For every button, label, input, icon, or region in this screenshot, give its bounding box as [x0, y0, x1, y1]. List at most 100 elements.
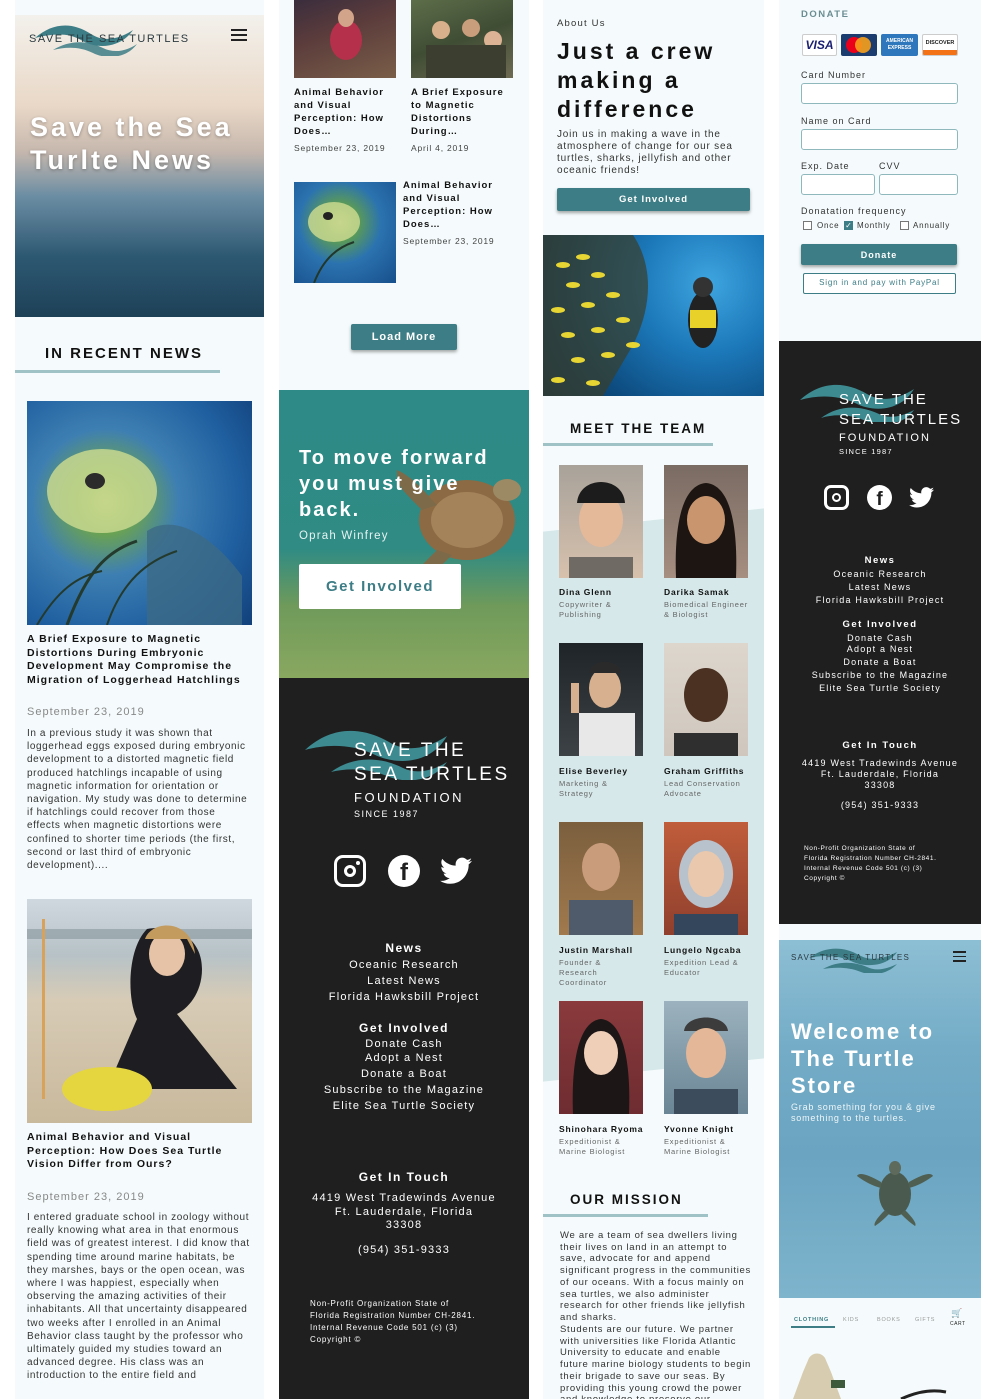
visa-card-icon[interactable]: VISA	[802, 34, 837, 56]
team-photo[interactable]	[559, 643, 643, 756]
discover-card-icon[interactable]: DISCOVER	[922, 34, 958, 56]
load-more-button[interactable]: Load More	[351, 324, 457, 350]
site-logo[interactable]: SAVE THE SEA TURTLES	[29, 33, 190, 45]
legal-text: Florida Registration Number CH-2841.	[310, 1311, 476, 1320]
footer-address: Ft. Lauderdale, Florida	[820, 769, 940, 779]
card-title[interactable]: Animal Behavior and Visual Perception: H…	[294, 86, 396, 138]
footer-link[interactable]: Donate a Boat	[279, 1068, 529, 1080]
turtle-illustration-icon	[36, 449, 242, 625]
tab-gifts[interactable]: GIFTS	[915, 1317, 935, 1323]
exp-date-input[interactable]	[801, 174, 875, 195]
amex-card-icon[interactable]: AMERICAN EXPRESS	[881, 34, 918, 56]
tab-clothing[interactable]: CLOTHING	[794, 1317, 829, 1323]
once-checkbox[interactable]	[803, 221, 812, 230]
footer-link[interactable]: Donate Cash	[779, 633, 981, 643]
card-number-input[interactable]	[801, 83, 958, 104]
team-photo[interactable]	[664, 465, 748, 578]
mastercard-icon[interactable]	[841, 34, 877, 56]
researcher-photo[interactable]	[27, 899, 252, 1123]
paypal-button[interactable]: Sign in and pay with PayPal	[803, 273, 956, 294]
footer-link[interactable]: Elite Sea Turtle Society	[279, 1100, 529, 1112]
team-member-role: Founder & Research Coordinator	[559, 958, 607, 987]
instagram-icon[interactable]	[334, 855, 366, 887]
hamburger-menu-icon[interactable]	[231, 29, 247, 41]
annually-checkbox[interactable]	[900, 221, 909, 230]
team-member-name: Darika Samak	[664, 587, 730, 597]
team-member-role: Biomedical Engineer & Biologist	[664, 600, 748, 619]
get-involved-button[interactable]: Get Involved	[299, 564, 461, 609]
card-title[interactable]: A Brief Exposure to Magnetic Distortions…	[411, 86, 513, 138]
facebook-icon[interactable]: f	[867, 485, 892, 510]
legal-text: Internal Revenue Code 501 (c) (3)	[310, 1323, 458, 1332]
footer-link[interactable]: Donate Cash	[279, 1038, 529, 1050]
team-member-name: Elise Beverley	[559, 766, 628, 776]
footer-link[interactable]: Subscribe to the Magazine	[279, 1084, 529, 1096]
team-member-name: Yvonne Knight	[664, 1124, 734, 1134]
article-title[interactable]: A Brief Exposure to Magnetic Distortions…	[27, 633, 249, 687]
facebook-icon[interactable]: f	[388, 855, 420, 887]
about-column: About Us Just a crew making a difference…	[543, 0, 764, 1399]
team-photo[interactable]	[664, 643, 748, 756]
team-member-role: Expeditionist & Marine Biologist	[664, 1137, 731, 1156]
footer-link[interactable]: Subscribe to the Magazine	[779, 670, 981, 680]
section-underline	[15, 370, 220, 373]
team-photo[interactable]	[559, 822, 643, 935]
footer-logo-line: SINCE 1987	[354, 809, 420, 819]
card-photo[interactable]	[294, 182, 396, 283]
product-preview-icon[interactable]	[791, 1352, 981, 1399]
cvv-input[interactable]	[879, 174, 958, 195]
team-photo[interactable]	[664, 1001, 748, 1114]
hamburger-menu-icon[interactable]	[953, 951, 966, 962]
article-title[interactable]: Animal Behavior and Visual Perception: H…	[27, 1131, 249, 1172]
team-member-name: Dina Glenn	[559, 587, 612, 597]
card-number-label: Card Number	[801, 70, 867, 80]
team-photo[interactable]	[559, 1001, 643, 1114]
footer-link[interactable]: Oceanic Research	[779, 569, 981, 579]
monthly-label: Monthly	[857, 221, 891, 230]
get-involved-button[interactable]: Get Involved	[557, 188, 750, 211]
twitter-icon[interactable]	[440, 857, 472, 885]
card-photo[interactable]	[294, 0, 396, 78]
footer-link[interactable]: Latest News	[279, 975, 529, 987]
team-photo[interactable]	[559, 465, 643, 578]
team-photo[interactable]	[664, 822, 748, 935]
twitter-icon[interactable]	[909, 487, 934, 508]
article-excerpt: In a previous study it was shown that lo…	[27, 728, 248, 872]
tab-kids[interactable]: KIDS	[843, 1317, 859, 1323]
team-member-role: Lead Conservation Advocate	[664, 779, 741, 798]
cart-label[interactable]: CART	[950, 1321, 966, 1327]
footer-logo-line: FOUNDATION	[354, 790, 464, 805]
footer-phone[interactable]: (954) 351-9333	[779, 800, 981, 810]
footer-link[interactable]: Donate a Boat	[779, 657, 981, 667]
team-title: MEET THE TEAM	[570, 421, 707, 436]
cvv-label: CVV	[879, 161, 901, 171]
tab-books[interactable]: BOOKS	[877, 1317, 901, 1323]
donate-button[interactable]: Donate	[801, 244, 957, 265]
footer-news-heading: News	[385, 941, 423, 955]
footer-link[interactable]: Florida Hawksbill Project	[279, 991, 529, 1003]
annually-label: Annually	[913, 221, 951, 230]
team-member-name: Lungelo Ngcaba	[664, 945, 742, 955]
about-title: Just a crew making a difference	[557, 38, 716, 122]
cart-icon[interactable]: 🛒	[951, 1308, 962, 1319]
footer-link[interactable]: Florida Hawksbill Project	[779, 595, 981, 605]
instagram-icon[interactable]	[824, 485, 849, 510]
footer-link[interactable]: Latest News	[779, 582, 981, 592]
card-date: September 23, 2019	[294, 143, 386, 153]
footer-link[interactable]: Adopt a Nest	[279, 1052, 529, 1064]
about-label: About Us	[557, 18, 606, 29]
footer: SAVE THE SEA TURTLES FOUNDATION SINCE 19…	[279, 678, 529, 1399]
footer-link[interactable]: Oceanic Research	[279, 959, 529, 971]
footer-link[interactable]: Adopt a Nest	[779, 644, 981, 654]
diver-photo[interactable]	[543, 235, 764, 396]
hero-title: Save the Sea Turlte News	[30, 112, 233, 175]
monthly-checkbox[interactable]: ✓	[844, 221, 853, 230]
turtle-photo[interactable]	[27, 401, 252, 625]
footer-link[interactable]: Elite Sea Turtle Society	[779, 683, 981, 693]
card-photo[interactable]	[411, 0, 513, 78]
once-label: Once	[817, 221, 840, 230]
footer-phone[interactable]: (954) 351-9333	[279, 1244, 529, 1256]
card-title[interactable]: Animal Behavior and Visual Perception: H…	[403, 179, 513, 231]
site-logo[interactable]: SAVE THE SEA TURTLES	[791, 953, 910, 962]
name-on-card-input[interactable]	[801, 129, 958, 150]
